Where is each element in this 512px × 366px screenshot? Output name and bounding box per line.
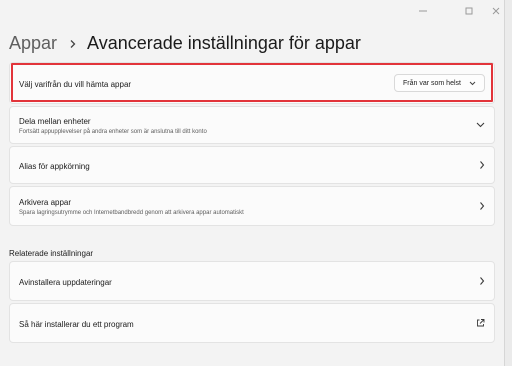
external-link-icon [476,319,485,328]
setting-description: Spara lagringsutrymme och Internetbandbr… [19,210,244,216]
page-title: Avancerade inställningar för appar [87,33,361,53]
setting-app-alias[interactable]: Alias för appkörning [9,146,495,184]
breadcrumb-parent[interactable]: Appar [9,33,57,54]
chevron-down-icon [469,81,476,86]
app-source-dropdown[interactable]: Från var som helst [394,74,485,92]
chevron-right-icon [479,161,485,170]
chevron-right-icon [69,39,77,49]
setting-title: Alias för appkörning [19,162,90,171]
breadcrumb: Appar Avancerade inställningar för appar [9,33,361,54]
setting-description: Fortsätt appupplevelser på andra enheter… [19,129,207,135]
setting-archive-apps[interactable]: Arkivera appar Spara lagringsutrymme och… [9,186,495,226]
minimize-icon[interactable] [411,3,435,19]
setting-share-devices[interactable]: Dela mellan enheter Fortsätt appupplevel… [9,106,495,144]
settings-window: Appar Avancerade inställningar för appar… [0,0,505,366]
setting-title: Arkivera appar [19,198,72,207]
dropdown-value: Från var som helst [403,79,461,87]
chevron-right-icon [479,277,485,286]
setting-title: Välj varifrån du vill hämta appar [19,80,132,89]
setting-app-source: Välj varifrån du vill hämta appar Från v… [9,62,495,104]
setting-title: Så här installerar du ett program [19,320,134,329]
chevron-down-icon[interactable] [476,122,485,128]
close-icon[interactable] [484,3,508,19]
related-settings-heading: Relaterade inställningar [9,249,94,258]
setting-title: Dela mellan enheter [19,117,91,126]
chevron-right-icon [479,202,485,211]
related-uninstall-updates[interactable]: Avinstallera uppdateringar [9,261,495,301]
setting-title: Avinstallera uppdateringar [19,278,112,287]
title-bar [0,0,504,22]
maximize-icon[interactable] [457,3,481,19]
related-install-program[interactable]: Så här installerar du ett program [9,303,495,343]
